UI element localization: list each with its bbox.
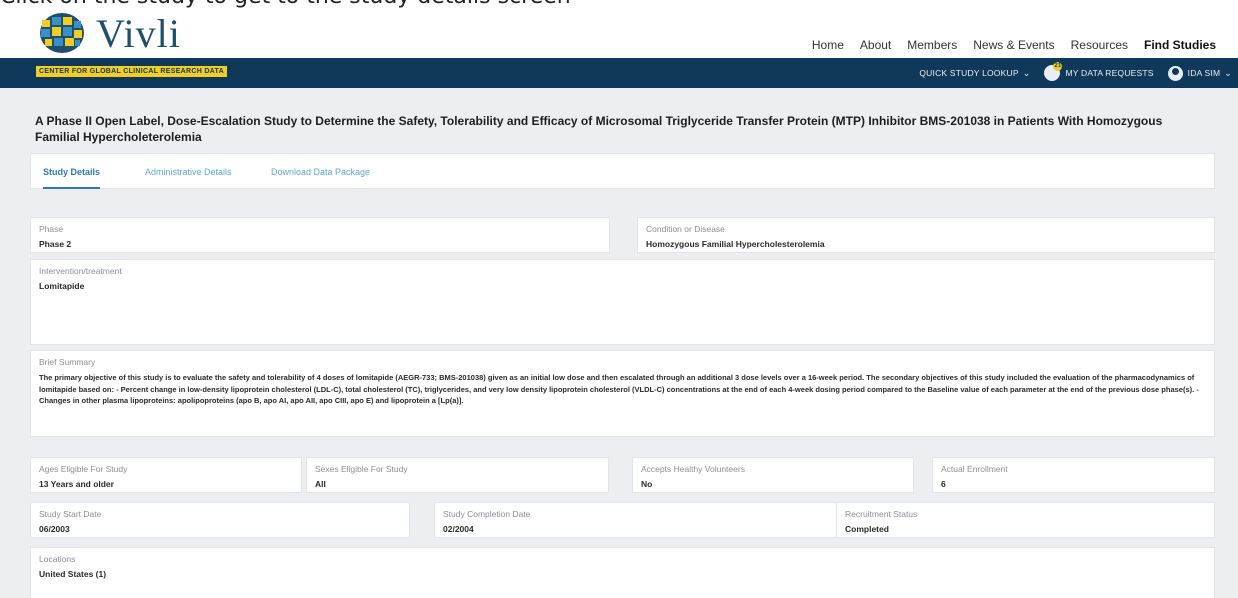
requests-count-badge: 21 bbox=[1053, 62, 1063, 71]
tab-study-details[interactable]: Study Details bbox=[43, 167, 101, 189]
enrollment-label: Actual Enrollment bbox=[941, 464, 1008, 474]
study-tabs: Study Details Administrative Details Dow… bbox=[30, 153, 1215, 189]
chevron-down-icon: ⌄ bbox=[1224, 67, 1232, 78]
user-name: IDA SIM bbox=[1187, 68, 1221, 78]
study-title: A Phase II Open Label, Dose-Escalation S… bbox=[35, 114, 1163, 144]
nav-members[interactable]: Members bbox=[907, 38, 957, 52]
nav-find-studies[interactable]: Find Studies bbox=[1144, 38, 1216, 52]
tab-download-data-package[interactable]: Download Data Package bbox=[271, 167, 370, 177]
healthy-volunteers-label: Accepts Healthy Volunteers bbox=[641, 464, 745, 474]
condition-card: Condition or Disease Homozygous Familial… bbox=[637, 217, 1215, 253]
start-date-value: 06/2003 bbox=[39, 524, 70, 534]
healthy-volunteers-card: Accepts Healthy Volunteers No bbox=[632, 457, 914, 493]
condition-label: Condition or Disease bbox=[646, 224, 725, 234]
site-header: Vivli Home About Members News & Events R… bbox=[0, 8, 1238, 58]
intervention-label: Intervention/treatment bbox=[39, 266, 122, 276]
phase-card: Phase Phase 2 bbox=[30, 217, 610, 253]
nav-about[interactable]: About bbox=[860, 38, 891, 52]
page: Click on the study to get to the study d… bbox=[0, 0, 1238, 598]
brief-summary-text: The primary objective of this study is t… bbox=[39, 373, 1199, 405]
completion-date-card: Study Completion Date 02/2004 bbox=[434, 502, 840, 538]
vivli-logo[interactable]: Vivli bbox=[36, 8, 236, 58]
recruitment-status-value: Completed bbox=[845, 524, 889, 534]
ages-value: 13 Years and older bbox=[39, 479, 114, 489]
recruitment-status-label: Recruitment Status bbox=[845, 509, 918, 519]
phase-value: Phase 2 bbox=[39, 239, 72, 249]
sexes-card: Sexes Eligible For Study All bbox=[306, 457, 609, 493]
my-data-requests-label: MY DATA REQUESTS bbox=[1065, 68, 1154, 78]
logo-wordmark: Vivli bbox=[96, 11, 181, 56]
tab-administrative-details[interactable]: Administrative Details bbox=[145, 167, 232, 177]
enrollment-card: Actual Enrollment 6 bbox=[932, 457, 1215, 493]
completion-date-label: Study Completion Date bbox=[443, 509, 531, 519]
quick-study-lookup-label: QUICK STUDY LOOKUP bbox=[919, 68, 1019, 78]
ages-card: Ages Eligible For Study 13 Years and old… bbox=[30, 457, 302, 493]
top-navigation: Home About Members News & Events Resourc… bbox=[796, 38, 1216, 52]
locations-card: Locations United States (1) bbox=[30, 547, 1215, 598]
condition-value: Homozygous Familial Hypercholesterolemia bbox=[646, 239, 825, 249]
intervention-value: Lomitapide bbox=[39, 281, 85, 291]
nav-resources[interactable]: Resources bbox=[1071, 38, 1128, 52]
brief-summary-card: Brief Summary The primary objective of t… bbox=[30, 350, 1215, 437]
instruction-text: Click on the study to get to the study d… bbox=[0, 0, 571, 8]
ages-label: Ages Eligible For Study bbox=[39, 464, 128, 474]
sexes-label: Sexes Eligible For Study bbox=[315, 464, 408, 474]
locations-value[interactable]: United States (1) bbox=[39, 569, 106, 579]
study-details-content: A Phase II Open Label, Dose-Escalation S… bbox=[0, 88, 1238, 598]
start-date-card: Study Start Date 06/2003 bbox=[30, 502, 410, 538]
logo-tagline: CENTER FOR GLOBAL CLINICAL RESEARCH DATA bbox=[36, 66, 227, 77]
healthy-volunteers-value: No bbox=[641, 479, 653, 489]
brief-summary-label: Brief Summary bbox=[39, 357, 96, 367]
phase-label: Phase bbox=[39, 224, 64, 234]
locations-label: Locations bbox=[39, 554, 76, 564]
chevron-down-icon: ⌄ bbox=[1022, 67, 1031, 78]
start-date-label: Study Start Date bbox=[39, 509, 102, 519]
nav-home[interactable]: Home bbox=[812, 38, 844, 52]
nav-news-events[interactable]: News & Events bbox=[973, 38, 1054, 52]
enrollment-value: 6 bbox=[941, 479, 946, 489]
quick-study-lookup-menu[interactable]: QUICK STUDY LOOKUP ⌄ bbox=[919, 68, 1030, 79]
account-bar: CENTER FOR GLOBAL CLINICAL RESEARCH DATA… bbox=[0, 58, 1238, 88]
data-requests-icon: 21 bbox=[1044, 62, 1063, 81]
completion-date-value: 02/2004 bbox=[443, 524, 474, 534]
account-navigation: QUICK STUDY LOOKUP ⌄ 21 MY DATA REQUESTS… bbox=[905, 58, 1232, 88]
user-menu[interactable]: IDA SIM ⌄ bbox=[1167, 65, 1232, 81]
sexes-value: All bbox=[315, 479, 326, 489]
my-data-requests-link[interactable]: 21 MY DATA REQUESTS bbox=[1044, 62, 1154, 81]
recruitment-status-card: Recruitment Status Completed bbox=[836, 502, 1215, 538]
globe-logo-icon bbox=[40, 13, 84, 53]
intervention-card: Intervention/treatment Lomitapide bbox=[30, 259, 1215, 345]
user-avatar-icon bbox=[1167, 65, 1183, 81]
